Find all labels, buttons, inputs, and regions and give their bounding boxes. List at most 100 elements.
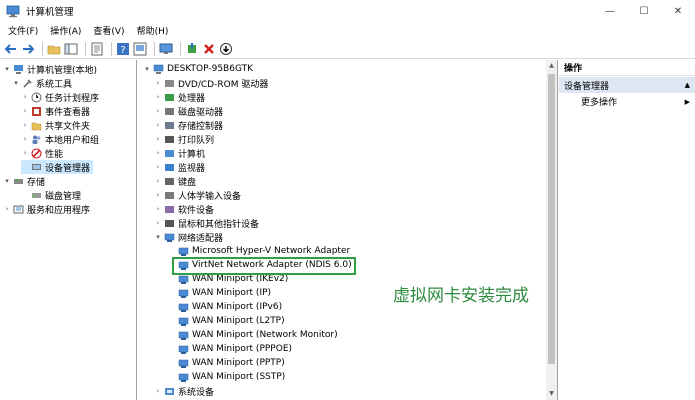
disk-drive-icon: [165, 107, 174, 115]
expand-icon[interactable]: ›: [154, 177, 162, 185]
computer-icon: [153, 64, 164, 74]
network-adapter-item[interactable]: WAN Miniport (IP): [178, 286, 271, 300]
actions-section-label: 设备管理器: [564, 81, 610, 92]
network-adapter-icon: [178, 345, 189, 354]
device-category-system[interactable]: › 系统设备: [154, 384, 214, 398]
scroll-thumb[interactable]: [548, 74, 555, 364]
device-category[interactable]: › 鼠标和其他指针设备: [154, 216, 259, 230]
tree-item-services-apps[interactable]: › 服务和应用程序: [3, 202, 90, 216]
expand-icon[interactable]: ›: [154, 135, 162, 143]
device-category[interactable]: › 键盘: [154, 174, 196, 188]
properties-icon[interactable]: [90, 42, 104, 56]
expand-icon[interactable]: ›: [21, 149, 29, 157]
network-adapter-icon: [178, 317, 189, 326]
expand-icon[interactable]: ›: [154, 205, 162, 213]
device-category[interactable]: › 存储控制器: [154, 118, 223, 132]
network-adapter-item[interactable]: WAN Miniport (PPPOE): [178, 342, 292, 356]
device-tree-label: DESKTOP-95B6GTK: [167, 64, 253, 74]
network-adapter-item[interactable]: WAN Miniport (SSTP): [178, 370, 285, 384]
device-category[interactable]: › 处理器: [154, 90, 205, 104]
expand-icon[interactable]: ›: [21, 93, 29, 101]
network-adapter-item[interactable]: WAN Miniport (Network Monitor): [178, 328, 338, 342]
svg-text:?: ?: [120, 45, 125, 56]
device-tree-label: 磁盘驱动器: [178, 107, 224, 118]
collapse-icon[interactable]: ▾: [3, 65, 11, 73]
device-category[interactable]: › 软件设备: [154, 202, 214, 216]
expand-icon[interactable]: ›: [21, 107, 29, 115]
download-icon[interactable]: [219, 42, 233, 56]
vertical-scrollbar[interactable]: ▲ ▼: [546, 60, 557, 400]
export-list-icon[interactable]: [133, 42, 147, 56]
tree-item-device-manager[interactable]: 设备管理器: [21, 160, 94, 174]
expand-icon[interactable]: ›: [154, 191, 162, 199]
device-category[interactable]: › 磁盘驱动器: [154, 104, 223, 118]
help-icon[interactable]: ?: [116, 42, 130, 56]
tree-item-task-scheduler[interactable]: › 任务计划程序: [21, 90, 99, 104]
tree-item-performance[interactable]: › 性能: [21, 146, 63, 160]
expand-icon[interactable]: ›: [154, 79, 162, 87]
scroll-down-icon[interactable]: ▼: [546, 388, 557, 400]
device-category[interactable]: › 人体学输入设备: [154, 188, 241, 202]
network-adapter-item[interactable]: WAN Miniport (IPv6): [178, 300, 282, 314]
software-device-icon: [165, 205, 174, 213]
expand-icon[interactable]: ›: [21, 135, 29, 143]
clock-icon: [31, 92, 42, 102]
adapter-label: WAN Miniport (PPPOE): [192, 344, 293, 354]
collapse-icon[interactable]: ▾: [3, 177, 11, 185]
tree-item-disk-management[interactable]: 磁盘管理: [21, 188, 81, 202]
up-folder-icon[interactable]: [47, 42, 61, 56]
actions-section-device-manager[interactable]: 设备管理器 ▲: [559, 77, 695, 93]
uninstall-device-icon[interactable]: [202, 42, 216, 56]
network-adapter-icon: [164, 233, 175, 242]
expand-icon[interactable]: ›: [21, 121, 29, 129]
more-actions-item[interactable]: 更多操作 ▶: [559, 94, 695, 109]
update-driver-icon[interactable]: [185, 42, 199, 56]
device-tree-label: 计算机: [178, 149, 206, 160]
forward-arrow-icon[interactable]: [21, 42, 35, 56]
back-arrow-icon[interactable]: [4, 42, 18, 56]
expand-icon[interactable]: ›: [154, 387, 162, 395]
maximize-button[interactable]: ☐: [627, 0, 661, 22]
network-adapter-item[interactable]: Microsoft Hyper-V Network Adapter: [178, 244, 350, 258]
device-category-network[interactable]: ▾ 网络适配器: [154, 230, 223, 244]
close-button[interactable]: ✕: [661, 0, 695, 22]
collapse-icon[interactable]: ▾: [12, 79, 20, 87]
minimize-button[interactable]: —: [593, 0, 627, 22]
submenu-arrow-icon: ▶: [684, 97, 690, 106]
tree-item-local-users[interactable]: › 本地用户和组: [21, 132, 99, 146]
title-bar: 计算机管理 — ☐ ✕: [0, 0, 695, 22]
monitor-icon[interactable]: [159, 42, 173, 56]
adapter-label: WAN Miniport (Network Monitor): [192, 330, 338, 340]
menu-view[interactable]: 查看(V): [87, 24, 130, 37]
menu-file[interactable]: 文件(F): [2, 24, 44, 37]
computer-management-icon: [14, 64, 23, 74]
tree-item-event-viewer[interactable]: › 事件查看器: [21, 104, 90, 118]
tree-item-system-tools[interactable]: ▾ 系统工具: [12, 76, 72, 90]
device-tree-computer[interactable]: ▾ DESKTOP-95B6GTK: [143, 62, 253, 76]
expand-icon[interactable]: ›: [154, 219, 162, 227]
tree-item-shared-folders[interactable]: › 共享文件夹: [21, 118, 90, 132]
menu-help[interactable]: 帮助(H): [131, 24, 175, 37]
expand-icon[interactable]: ›: [154, 121, 162, 129]
expand-icon[interactable]: ›: [3, 205, 11, 213]
collapse-up-icon[interactable]: ▲: [685, 81, 690, 89]
expand-icon[interactable]: ›: [154, 107, 162, 115]
menu-action[interactable]: 操作(A): [44, 24, 87, 37]
expand-icon[interactable]: ›: [154, 93, 162, 101]
device-category[interactable]: › 计算机: [154, 146, 205, 160]
expand-icon[interactable]: ›: [154, 163, 162, 171]
network-adapter-item[interactable]: WAN Miniport (L2TP): [178, 314, 285, 328]
collapse-icon[interactable]: ▾: [143, 65, 151, 73]
tree-item-root[interactable]: ▾ 计算机管理(本地): [3, 62, 97, 76]
shared-folder-icon: [31, 122, 42, 130]
device-category[interactable]: › 监视器: [154, 160, 205, 174]
device-category[interactable]: › DVD/CD-ROM 驱动器: [154, 76, 269, 90]
collapse-icon[interactable]: ▾: [154, 233, 162, 241]
tree-item-storage[interactable]: ▾ 存储: [3, 174, 45, 188]
expand-icon[interactable]: ›: [154, 149, 162, 157]
scroll-up-icon[interactable]: ▲: [546, 60, 557, 72]
device-category[interactable]: › 打印队列: [154, 132, 214, 146]
show-hide-tree-icon[interactable]: [64, 42, 78, 56]
adapter-label: WAN Miniport (PPTP): [192, 358, 285, 368]
network-adapter-item[interactable]: WAN Miniport (PPTP): [178, 356, 285, 370]
